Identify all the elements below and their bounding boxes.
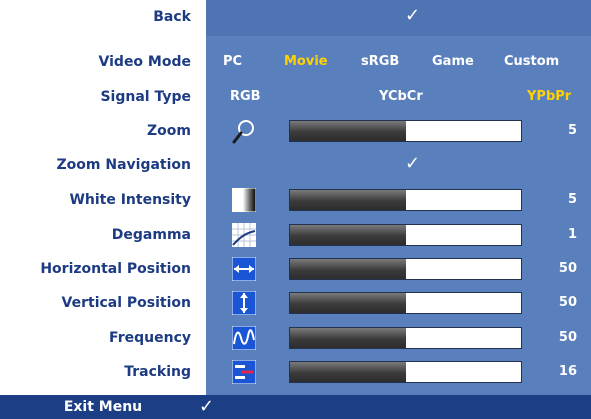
frequency-slider[interactable]	[289, 327, 522, 349]
video-mode-option-game[interactable]: Game	[432, 52, 474, 72]
degamma-value: 1	[567, 227, 577, 242]
menu-item-vertical-position[interactable]: Vertical Position	[62, 293, 191, 313]
menu-item-frequency[interactable]: Frequency	[109, 328, 191, 348]
menu-item-white-intensity[interactable]: White Intensity	[69, 190, 191, 210]
vertical-position-slider[interactable]	[289, 292, 522, 314]
white-intensity-value: 5	[567, 192, 577, 207]
menu-item-zoom[interactable]: Zoom	[147, 121, 191, 141]
menu-item-video-mode[interactable]: Video Mode	[99, 52, 191, 72]
video-mode-option-custom[interactable]: Custom	[504, 52, 559, 72]
tracking-icon	[231, 359, 257, 385]
signal-type-option-ycbcr[interactable]: YCbCr	[379, 87, 423, 107]
back-row-highlight	[206, 0, 591, 36]
gradient-icon	[231, 187, 257, 213]
degamma-slider[interactable]	[289, 224, 522, 246]
horizontal-position-slider[interactable]	[289, 258, 522, 280]
signal-type-option-rgb[interactable]: RGB	[230, 87, 261, 107]
vertical-arrows-icon	[231, 290, 257, 316]
video-mode-option-movie[interactable]: Movie	[284, 52, 328, 72]
menu-item-signal-type[interactable]: Signal Type	[100, 87, 191, 107]
vertical-position-slider-fill	[290, 293, 406, 313]
menu-item-tracking[interactable]: Tracking	[124, 362, 191, 382]
menu-item-horizontal-position[interactable]: Horizontal Position	[40, 259, 191, 279]
exit-checkmark-icon[interactable]: ✓	[199, 397, 214, 417]
degamma-slider-fill	[290, 225, 406, 245]
vertical-position-value: 50	[558, 295, 577, 310]
zoom-navigation-checkmark-icon[interactable]: ✓	[405, 154, 420, 174]
tracking-slider-fill	[290, 362, 406, 382]
horizontal-arrows-icon	[231, 256, 257, 282]
menu-labels: Back Video Mode Signal Type Zoom Zoom Na…	[0, 0, 206, 419]
tracking-slider[interactable]	[289, 361, 522, 383]
white-intensity-slider-fill	[290, 190, 406, 210]
tracking-value: 16	[558, 364, 577, 379]
zoom-slider-fill	[290, 121, 406, 141]
curve-icon	[231, 222, 257, 248]
zoom-slider[interactable]	[289, 120, 522, 142]
signal-type-option-ypbpr[interactable]: YPbPr	[527, 87, 571, 107]
waveform-icon	[231, 325, 257, 351]
white-intensity-slider[interactable]	[289, 189, 522, 211]
zoom-value: 5	[567, 123, 577, 138]
video-mode-option-srgb[interactable]: sRGB	[361, 52, 399, 72]
magnifier-icon	[232, 119, 256, 144]
video-mode-option-pc[interactable]: PC	[223, 52, 242, 72]
frequency-slider-fill	[290, 328, 406, 348]
projector-osd-menu: Back Video Mode Signal Type Zoom Zoom Na…	[0, 0, 591, 419]
horizontal-position-value: 50	[558, 261, 577, 276]
menu-item-zoom-navigation[interactable]: Zoom Navigation	[57, 155, 191, 175]
back-checkmark-icon[interactable]: ✓	[405, 6, 420, 26]
menu-item-back[interactable]: Back	[153, 7, 191, 27]
horizontal-position-slider-fill	[290, 259, 406, 279]
exit-menu-bar[interactable]: Exit Menu ✓	[0, 395, 591, 419]
exit-menu-label[interactable]: Exit Menu	[0, 395, 206, 419]
menu-item-degamma[interactable]: Degamma	[112, 225, 191, 245]
frequency-value: 50	[558, 330, 577, 345]
